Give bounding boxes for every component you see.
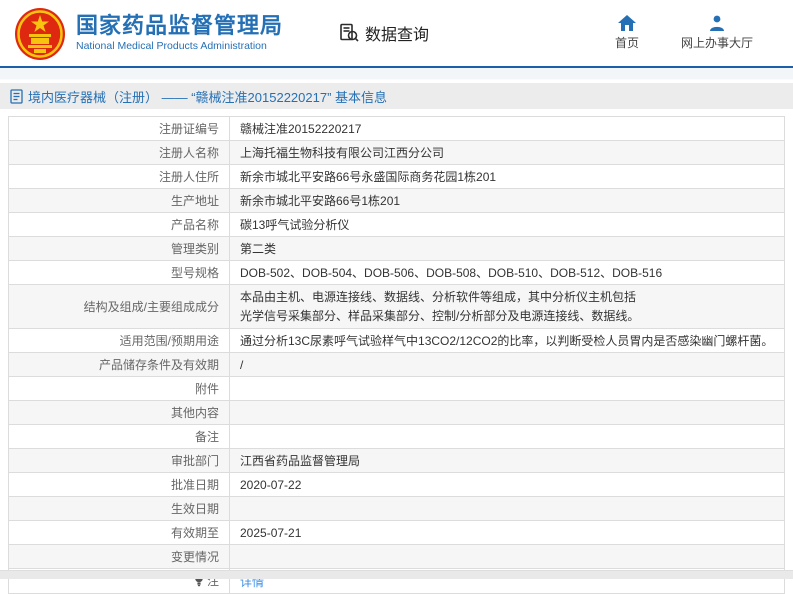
table-row: 结构及组成/主要组成成分 本品由主机、电源连接线、数据线、分析软件等组成，其中分… bbox=[8, 283, 785, 330]
nav-item-label: 网上办事大厅 bbox=[680, 36, 753, 50]
row-value: 2020-07-22 bbox=[229, 472, 785, 498]
table-row: 变更情况 bbox=[8, 544, 785, 570]
national-emblem-icon bbox=[14, 7, 66, 61]
org-title-block: 国家药品监督管理局 National Medical Products Admi… bbox=[76, 12, 284, 53]
footer-strip bbox=[0, 570, 793, 579]
user-icon bbox=[709, 15, 725, 31]
row-label: 附件 bbox=[8, 376, 230, 402]
nav-item-home[interactable]: 首页 bbox=[603, 15, 651, 51]
document-search-icon bbox=[338, 22, 360, 44]
table-row: 产品储存条件及有效期 / bbox=[8, 352, 785, 378]
row-value: 新余市城北平安路66号永盛国际商务花园1栋201 bbox=[229, 164, 785, 189]
row-value: 2025-07-21 bbox=[229, 520, 785, 546]
row-label: 注册人住所 bbox=[8, 164, 230, 189]
row-value: 江西省药品监督管理局 bbox=[229, 448, 785, 474]
table-row: 审批部门 江西省药品监督管理局 bbox=[8, 448, 785, 474]
table-row: 备注 bbox=[8, 424, 785, 450]
table-row: 有效期至 2025-07-21 bbox=[8, 520, 785, 546]
table-row: 注册人名称 上海托福生物科技有限公司江西分公司 bbox=[8, 140, 785, 165]
table-row: 注册证编号 赣械注准20152220217 bbox=[8, 116, 785, 141]
row-label: 批准日期 bbox=[8, 472, 230, 498]
table-row: 批准日期 2020-07-22 bbox=[8, 472, 785, 498]
registration-info-table: 注册证编号 赣械注准20152220217 注册人名称 上海托福生物科技有限公司… bbox=[8, 116, 785, 594]
org-name-en: National Medical Products Administration bbox=[76, 39, 267, 52]
table-row: 型号规格 DOB-502、DOB-504、DOB-506、DOB-508、DOB… bbox=[8, 260, 785, 285]
table-row: 注册人住所 新余市城北平安路66号永盛国际商务花园1栋201 bbox=[8, 164, 785, 189]
row-value: 通过分析13C尿素呼气试验样气中13CO2/12CO2的比率，以判断受检人员胃内… bbox=[229, 328, 785, 354]
row-label: 生效日期 bbox=[8, 496, 230, 522]
row-value: 新余市城北平安路66号1栋201 bbox=[229, 188, 785, 213]
nav-item-label: 首页 bbox=[614, 36, 639, 50]
document-icon bbox=[10, 88, 23, 104]
table-row: 生效日期 bbox=[8, 496, 785, 522]
org-name-zh: 国家药品监督管理局 bbox=[76, 12, 284, 38]
row-label: 审批部门 bbox=[8, 448, 230, 474]
header-nav: 首页 网上办事大厅 bbox=[603, 15, 779, 51]
table-row: 产品名称 碳13呼气试验分析仪 bbox=[8, 212, 785, 237]
row-label: 管理类别 bbox=[8, 236, 230, 261]
row-value: 赣械注准20152220217 bbox=[229, 116, 785, 141]
row-label: 有效期至 bbox=[8, 520, 230, 546]
row-label: 其他内容 bbox=[8, 400, 230, 426]
breadcrumb: 境内医疗器械（注册） —— “赣械注准20152220217” 基本信息 bbox=[0, 83, 793, 109]
row-value bbox=[229, 544, 785, 570]
row-value: 本品由主机、电源连接线、数据线、分析软件等组成，其中分析仪主机包括 光学信号采集… bbox=[229, 283, 785, 330]
table-row: 其他内容 bbox=[8, 400, 785, 426]
home-icon bbox=[617, 15, 636, 31]
table-row: 生产地址 新余市城北平安路66号1栋201 bbox=[8, 188, 785, 213]
row-value: 碳13呼气试验分析仪 bbox=[229, 212, 785, 237]
row-label: 产品储存条件及有效期 bbox=[8, 352, 230, 378]
nav-item-service-hall[interactable]: 网上办事大厅 bbox=[681, 15, 753, 51]
row-value bbox=[229, 400, 785, 426]
row-value: 上海托福生物科技有限公司江西分公司 bbox=[229, 140, 785, 165]
row-value bbox=[229, 424, 785, 450]
row-label: 注册人名称 bbox=[8, 140, 230, 165]
row-label: 适用范围/预期用途 bbox=[8, 328, 230, 354]
table-row: 适用范围/预期用途 通过分析13C尿素呼气试验样气中13CO2/12CO2的比率… bbox=[8, 328, 785, 354]
row-label: 注册证编号 bbox=[8, 116, 230, 141]
table-row: 附件 bbox=[8, 376, 785, 402]
registration-info-table-wrap: 注册证编号 赣械注准20152220217 注册人名称 上海托福生物科技有限公司… bbox=[8, 116, 785, 594]
header-sub-strip bbox=[0, 68, 793, 80]
row-label: 产品名称 bbox=[8, 212, 230, 237]
breadcrumb-text: 境内医疗器械（注册） —— “赣械注准20152220217” 基本信息 bbox=[28, 89, 388, 105]
row-value bbox=[229, 496, 785, 522]
row-value: 第二类 bbox=[229, 236, 785, 261]
page-header: 国家药品监督管理局 National Medical Products Admi… bbox=[0, 0, 793, 68]
data-query-tab[interactable]: 数据查询 bbox=[338, 21, 429, 45]
row-value: DOB-502、DOB-504、DOB-506、DOB-508、DOB-510、… bbox=[229, 260, 785, 285]
row-label: 型号规格 bbox=[8, 260, 230, 285]
row-label: 结构及组成/主要组成成分 bbox=[8, 283, 230, 330]
row-value bbox=[229, 376, 785, 402]
data-query-label: 数据查询 bbox=[365, 27, 430, 44]
table-row: 管理类别 第二类 bbox=[8, 236, 785, 261]
row-label: 备注 bbox=[8, 424, 230, 450]
row-value: / bbox=[229, 352, 785, 378]
row-label: 生产地址 bbox=[8, 188, 230, 213]
row-label: 变更情况 bbox=[8, 544, 230, 570]
